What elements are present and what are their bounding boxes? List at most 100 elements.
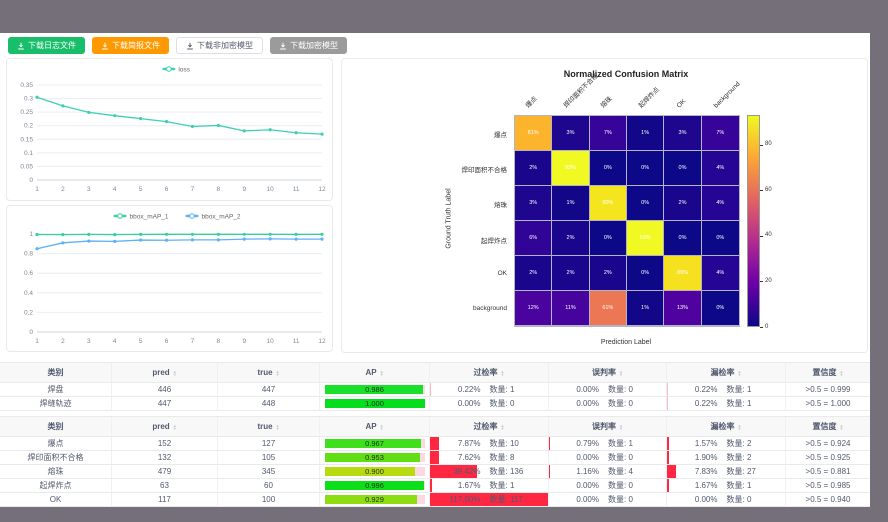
sort-icon[interactable]: ▲▼ <box>840 424 844 430</box>
cell-confidence: >0.5 = 0.925 <box>786 451 870 464</box>
rate-percent: 39.42% <box>447 467 481 476</box>
svg-text:7: 7 <box>191 186 195 193</box>
confusion-matrix-title: Normalized Confusion Matrix <box>513 69 739 79</box>
cell-misjudge-rate: 1.16%数量: 4 <box>549 465 667 478</box>
sort-icon[interactable]: ▲▼ <box>380 424 384 430</box>
rate-percent: 7.87% <box>447 439 481 448</box>
ap-bar-track: 0.900 <box>325 467 425 476</box>
cell-true: 60 <box>218 479 320 492</box>
rate-text: 0.00%数量: 0 <box>565 384 650 395</box>
column-header-1[interactable]: pred▲▼ <box>112 363 218 382</box>
matrix-row-label: background <box>473 305 507 312</box>
app-window: 下载日志文件 下载简报文件 下载非加密模型 下载加密模型 <box>0 33 870 506</box>
sort-icon[interactable]: ▲▼ <box>840 370 844 376</box>
rate-percent: 7.62% <box>447 453 481 462</box>
rate-text: 1.16%数量: 4 <box>565 466 650 477</box>
map-chart-card: 00.20.40.60.81123456789101112bbox_mAP_1b… <box>6 205 333 352</box>
column-header-2[interactable]: true▲▼ <box>218 417 320 436</box>
cell-class: 爆点 <box>0 437 112 450</box>
column-header-1[interactable]: pred ▲▼ <box>112 417 218 436</box>
sort-icon[interactable]: ▲▼ <box>738 424 742 430</box>
download-plain-model-button[interactable]: 下载非加密模型 <box>176 37 263 54</box>
svg-text:0: 0 <box>29 329 33 336</box>
svg-text:5: 5 <box>139 338 143 345</box>
cell-over-rate: 0.22%数量: 1 <box>430 383 549 396</box>
column-header-6[interactable]: 漏检率▲▼ <box>667 417 786 436</box>
ap-bar-track: 1.000 <box>325 399 425 408</box>
rate-count: 数量: 0 <box>608 452 650 463</box>
rate-bar <box>667 397 668 410</box>
column-header-4[interactable]: 过检率▲▼ <box>430 363 549 382</box>
rate-bar <box>430 383 431 396</box>
column-header-2[interactable]: true ▲▼ <box>218 363 320 382</box>
matrix-cell: 0% <box>590 151 627 186</box>
rate-percent: 0.00% <box>684 495 718 504</box>
download-encrypted-model-button[interactable]: 下载加密模型 <box>270 37 347 54</box>
table-row: 焊缝轨迹4474481.0000.00%数量: 00.00%数量: 00.22%… <box>0 397 870 411</box>
column-header-5[interactable]: 误判率▲▼ <box>549 363 667 382</box>
metrics-tables: 类别pred▲▼true▲▼AP▲▼过检率▲▼误判率▲▼漏检率▲▼置信度▲▼焊盘… <box>0 362 870 507</box>
matrix-cell: 0% <box>664 221 701 256</box>
screen: 下载日志文件 下载简报文件 下载非加密模型 下载加密模型 <box>0 0 888 522</box>
svg-text:0.15: 0.15 <box>20 136 33 143</box>
sort-icon[interactable]: ▲▼ <box>380 370 384 376</box>
sort-icon[interactable]: ▲▼ <box>738 370 742 376</box>
rate-text: 39.42%数量: 136 <box>447 466 532 477</box>
sort-icon[interactable]: ▲▼ <box>173 424 177 430</box>
rate-count: 数量: 10 <box>490 438 532 449</box>
rate-text: 1.67%数量: 1 <box>684 480 769 491</box>
column-header-7[interactable]: 置信度▲▼ <box>786 417 870 436</box>
svg-text:11: 11 <box>293 338 300 345</box>
column-header-6[interactable]: 漏检率▲▼ <box>667 363 786 382</box>
rate-count: 数量: 1 <box>490 480 532 491</box>
column-header-label: 漏检率 <box>711 367 735 378</box>
cell-confidence: >0.5 = 0.999 <box>786 383 870 396</box>
matrix-cell: 1% <box>627 291 664 326</box>
colorbar-tick-label: 0 <box>765 324 768 330</box>
cell-pred: 132 <box>112 451 218 464</box>
cell-true: 448 <box>218 397 320 410</box>
download-report-button[interactable]: 下载简报文件 <box>92 37 169 54</box>
sort-icon[interactable]: ▲▼ <box>276 424 280 430</box>
rate-percent: 1.16% <box>565 467 599 476</box>
column-header-7[interactable]: 置信度▲▼ <box>786 363 870 382</box>
cell-misjudge-rate: 0.00%数量: 0 <box>549 451 667 464</box>
cell-miss-rate: 7.83%数量: 27 <box>667 465 786 478</box>
confusion-matrix-grid: 81%3%7%1%3%7%2%93%0%0%0%4%3%1%90%0%2%4%6… <box>514 115 740 327</box>
svg-text:3: 3 <box>87 186 91 193</box>
ap-value: 0.986 <box>325 385 425 394</box>
prediction-axis-label: Prediction Label <box>513 339 739 346</box>
cell-ap: 0.929 <box>320 493 430 506</box>
matrix-cell: 61% <box>590 291 627 326</box>
rate-bar <box>667 437 669 450</box>
column-header-label: pred <box>152 422 169 431</box>
column-header-0: 类别 <box>0 417 112 436</box>
matrix-cell: 0% <box>627 186 664 221</box>
sort-icon[interactable]: ▲▼ <box>173 370 177 376</box>
sort-icon[interactable]: ▲▼ <box>501 424 505 430</box>
ap-bar-track: 0.967 <box>325 439 425 448</box>
svg-text:10: 10 <box>267 186 275 193</box>
rate-percent: 7.83% <box>684 467 718 476</box>
download-log-button[interactable]: 下载日志文件 <box>8 37 85 54</box>
matrix-cell: 0% <box>590 221 627 256</box>
cell-misjudge-rate: 0.79%数量: 1 <box>549 437 667 450</box>
sort-icon[interactable]: ▲▼ <box>501 370 505 376</box>
colorbar-tick-label: 80 <box>765 141 772 147</box>
table-row: 熔珠4793450.90039.42%数量: 1361.16%数量: 47.83… <box>0 465 870 479</box>
sort-icon[interactable]: ▲▼ <box>619 424 623 430</box>
column-header-3[interactable]: AP▲▼ <box>320 363 430 382</box>
svg-text:6: 6 <box>165 338 169 345</box>
rate-count: 数量: 0 <box>608 384 650 395</box>
column-header-label: true <box>257 368 272 377</box>
column-header-4[interactable]: 过检率▲▼ <box>430 417 549 436</box>
rate-percent: 1.90% <box>684 453 718 462</box>
matrix-cell: 0% <box>627 256 664 291</box>
sort-icon[interactable]: ▲▼ <box>619 370 623 376</box>
rate-bar <box>549 465 550 478</box>
matrix-cell: 6% <box>515 221 552 256</box>
column-header-3[interactable]: AP▲▼ <box>320 417 430 436</box>
sort-icon[interactable]: ▲▼ <box>276 370 280 376</box>
matrix-row-label: 焊印面积不合格 <box>462 164 508 174</box>
column-header-5[interactable]: 误判率▲▼ <box>549 417 667 436</box>
